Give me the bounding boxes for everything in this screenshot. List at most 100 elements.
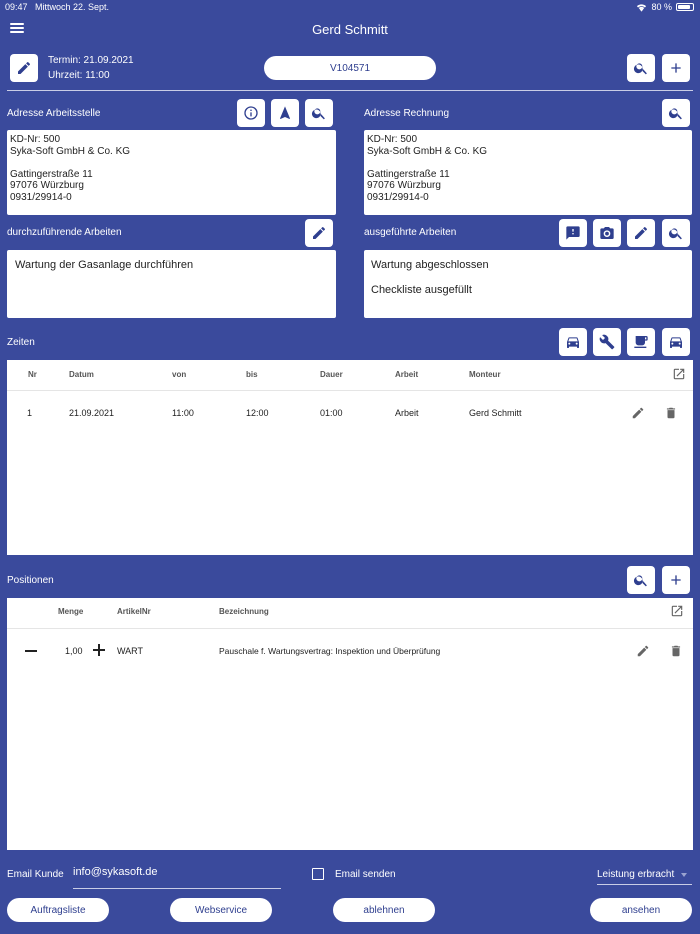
camera-icon xyxy=(600,227,614,239)
col-header: ArtikelNr xyxy=(117,607,151,616)
pencil-icon[interactable] xyxy=(636,644,650,663)
termin-label: Termin: 21.09.2021 xyxy=(48,55,134,66)
address-line: 97076 Würzburg xyxy=(367,180,441,191)
travel-back-button[interactable] xyxy=(662,328,690,356)
pencil-icon xyxy=(635,226,647,239)
chevron-down-icon xyxy=(681,873,687,877)
cell-menge: 1,00 xyxy=(65,646,83,656)
table-row[interactable]: 1,00 WART Pauschale f. Wartungsvertrag: … xyxy=(7,636,693,666)
pencil-icon xyxy=(18,61,30,74)
minus-icon[interactable] xyxy=(25,650,37,652)
col-header: Arbeit xyxy=(395,370,419,379)
order-list-button[interactable]: Auftragsliste xyxy=(7,898,109,922)
work-done-box[interactable]: Wartung abgeschlossen Checkliste ausgefü… xyxy=(364,250,692,318)
search-button[interactable] xyxy=(627,54,655,82)
cell-bis: 12:00 xyxy=(246,408,269,418)
email-label: Email Kunde xyxy=(7,869,64,880)
work-todo-box[interactable]: Wartung der Gasanlage durchführen xyxy=(7,250,336,318)
address-work-box[interactable]: KD-Nr: 500 Syka-Soft GmbH & Co. KG Gatti… xyxy=(7,130,336,215)
pencil-icon[interactable] xyxy=(631,406,645,425)
navigate-button[interactable] xyxy=(271,99,299,127)
reject-button[interactable]: ablehnen xyxy=(333,898,435,922)
navigation-icon xyxy=(280,106,290,119)
address-bill-search-button[interactable] xyxy=(662,99,690,127)
col-header: Monteur xyxy=(469,370,501,379)
header-divider xyxy=(7,90,693,91)
status-date: Mittwoch 22. Sept. xyxy=(35,2,110,12)
positions-search-button[interactable] xyxy=(627,566,655,594)
address-line: Syka-Soft GmbH & Co. KG xyxy=(10,145,131,157)
wifi-icon xyxy=(637,3,647,12)
col-header: Bezeichnung xyxy=(219,607,269,616)
car-icon xyxy=(670,337,682,348)
search-icon xyxy=(668,228,682,240)
col-header: von xyxy=(172,370,187,379)
work-done-line: Checkliste ausgefüllt xyxy=(371,284,472,296)
work-done-search-button[interactable] xyxy=(662,219,690,247)
coffee-icon xyxy=(634,336,648,348)
battery-icon xyxy=(676,3,694,11)
positions-add-button[interactable] xyxy=(662,566,690,594)
travel-to-button[interactable] xyxy=(559,328,587,356)
page-title: Gerd Schmitt xyxy=(312,22,388,37)
cell-von: 11:00 xyxy=(172,408,194,418)
header-divider xyxy=(7,390,693,391)
pencil-icon xyxy=(313,226,325,239)
camera-button[interactable] xyxy=(593,219,621,247)
times-label: Zeiten xyxy=(7,337,35,348)
address-bill-box[interactable]: KD-Nr: 500 Syka-Soft GmbH & Co. KG Gatti… xyxy=(364,130,692,215)
positions-label: Positionen xyxy=(7,575,54,586)
break-button[interactable] xyxy=(627,328,655,356)
address-line: Gattingerstraße 11 xyxy=(367,168,450,180)
feedback-button[interactable] xyxy=(559,219,587,247)
times-table: Nr Datum von bis Dauer Arbeit Monteur 1 … xyxy=(7,360,693,555)
car-icon xyxy=(567,337,579,348)
address-work-search-button[interactable] xyxy=(305,99,333,127)
address-line xyxy=(367,157,689,169)
address-line: KD-Nr: 500 xyxy=(367,134,418,145)
col-header: Menge xyxy=(58,607,84,616)
edit-appointment-button[interactable] xyxy=(10,54,38,82)
status-select[interactable]: Leistung erbracht xyxy=(597,869,674,880)
plus-icon[interactable] xyxy=(93,644,105,656)
select-underline xyxy=(597,884,692,885)
send-email-label: Email senden xyxy=(335,869,396,880)
work-time-button[interactable] xyxy=(593,328,621,356)
status-time: 09:47 xyxy=(5,2,28,12)
address-line: 97076 Würzburg xyxy=(10,180,84,191)
edit-work-todo-button[interactable] xyxy=(305,219,333,247)
send-email-checkbox[interactable] xyxy=(312,868,324,880)
trash-icon[interactable] xyxy=(669,644,683,663)
status-bar: 09:47 Mittwoch 22. Sept. 80 % xyxy=(0,0,700,14)
positions-table: Menge ArtikelNr Bezeichnung 1,00 WART Pa… xyxy=(7,598,693,850)
col-header: Datum xyxy=(69,370,94,379)
plus-icon xyxy=(671,63,681,73)
open-external-icon[interactable] xyxy=(670,604,684,623)
email-field[interactable]: info@sykasoft.de xyxy=(73,866,158,878)
edit-work-done-button[interactable] xyxy=(627,219,655,247)
uhrzeit-label: Uhrzeit: 11:00 xyxy=(48,70,110,81)
col-header: bis xyxy=(246,370,258,379)
header-divider xyxy=(7,628,693,629)
address-line: 0931/29914-0 xyxy=(367,191,429,203)
add-button[interactable] xyxy=(662,54,690,82)
col-header: Dauer xyxy=(320,370,343,379)
table-row[interactable]: 1 21.09.2021 11:00 12:00 01:00 Arbeit Ge… xyxy=(7,398,693,428)
work-todo-text: Wartung der Gasanlage durchführen xyxy=(15,259,194,271)
info-button[interactable] xyxy=(237,99,265,127)
info-icon xyxy=(244,106,258,120)
email-underline xyxy=(73,888,281,889)
webservice-button[interactable]: Webservice xyxy=(170,898,272,922)
address-work-label: Adresse Arbeitsstelle xyxy=(7,108,101,119)
address-line: 0931/29914-0 xyxy=(10,191,72,203)
trash-icon[interactable] xyxy=(664,406,678,425)
order-number-button[interactable]: V104571 xyxy=(264,56,436,80)
open-external-icon[interactable] xyxy=(672,367,686,386)
cell-datum: 21.09.2021 xyxy=(69,408,115,418)
work-done-label: ausgeführte Arbeiten xyxy=(364,227,457,238)
view-button[interactable]: ansehen xyxy=(590,898,692,922)
status-right: 80 % xyxy=(636,2,694,12)
cell-nr: 1 xyxy=(27,408,33,418)
cell-arbeit: Arbeit xyxy=(395,408,419,418)
cell-bezeichnung: Pauschale f. Wartungsvertrag: Inspektion… xyxy=(219,646,441,656)
